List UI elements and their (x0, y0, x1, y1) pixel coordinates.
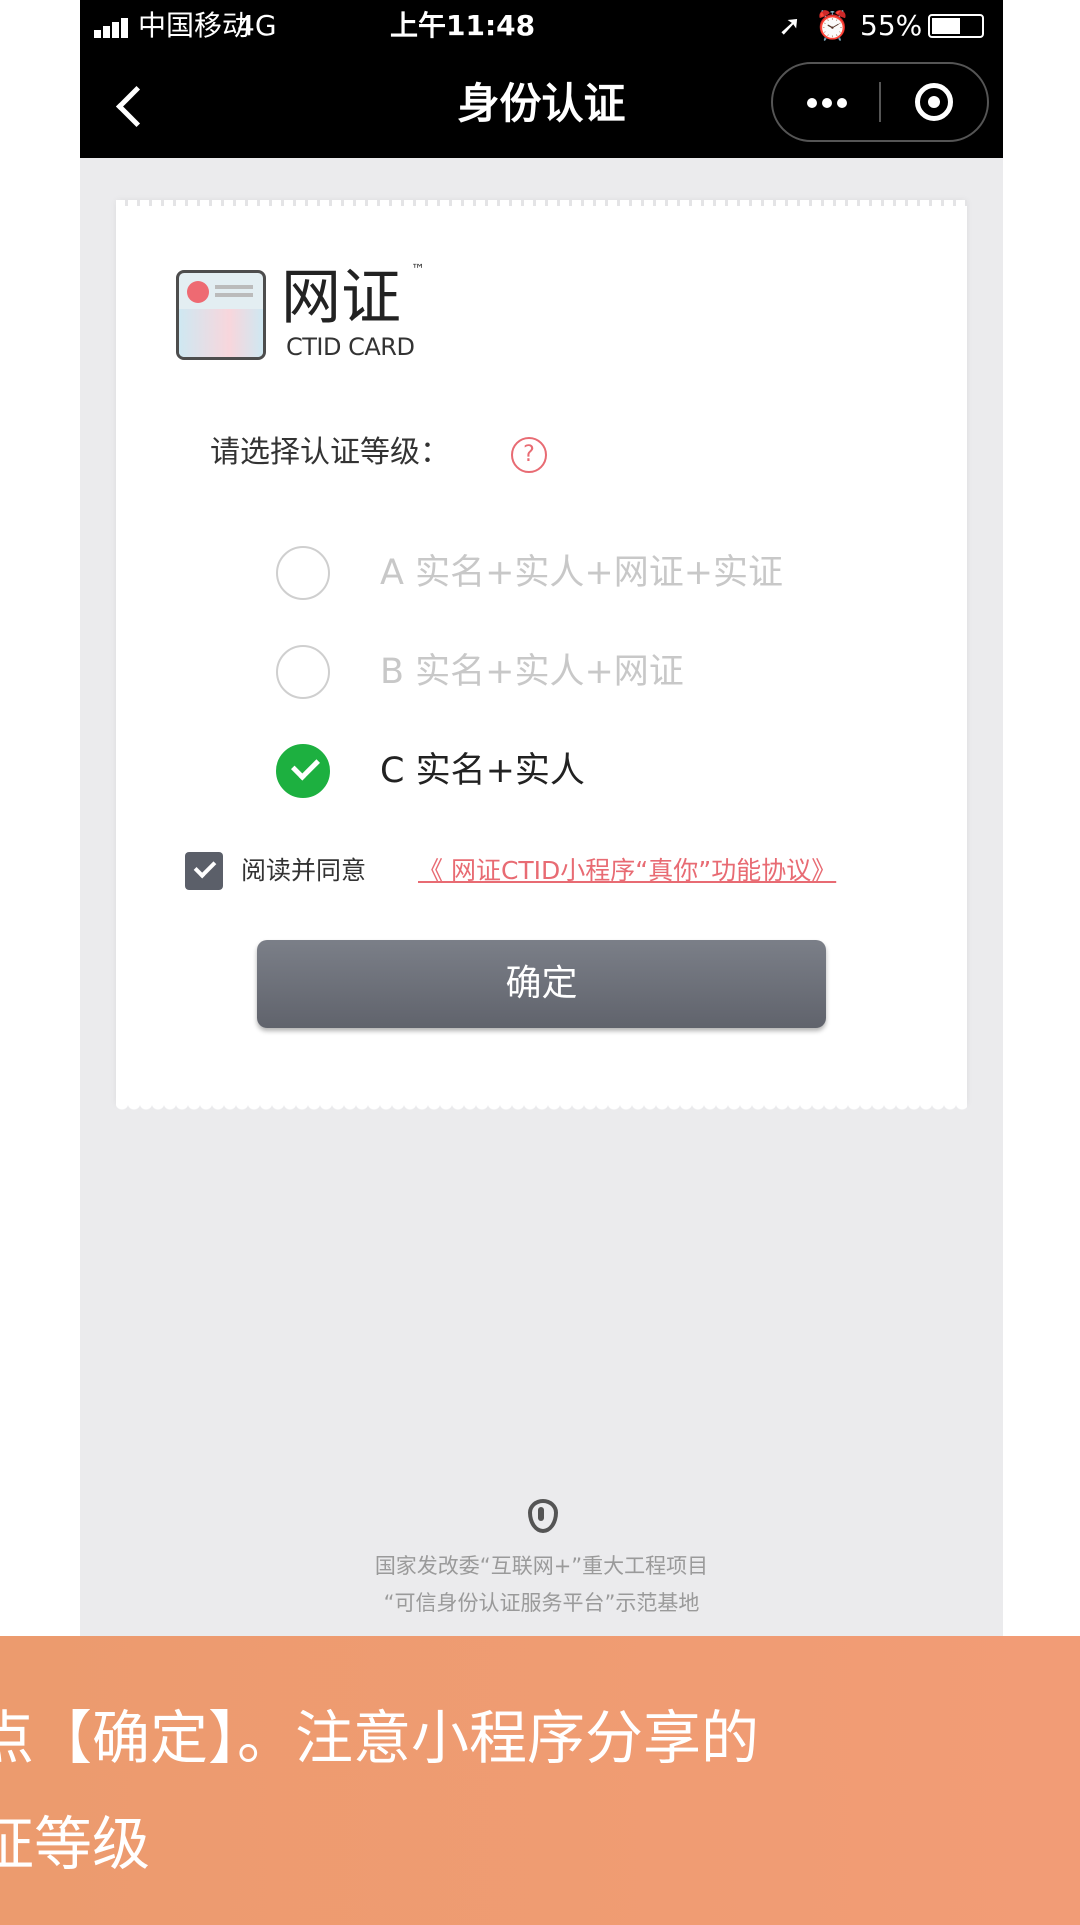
clock: 上午11:48 (390, 9, 536, 42)
level-option-label: C 实名+实人 (380, 751, 585, 791)
carrier-label: 中国移动 (138, 9, 251, 42)
close-miniprogram-icon[interactable] (881, 64, 987, 140)
miniprogram-capsule (771, 62, 989, 142)
phone-screen: 中国移动 4G 上午11:48 ➚ ⏰ 55% 身份认证 网证 ™ CTID C… (80, 0, 1003, 1636)
level-option-a[interactable]: A 实名+实人+网证+实证 (276, 540, 836, 610)
radio-unchecked-icon[interactable] (276, 645, 330, 699)
radio-unchecked-icon[interactable] (276, 546, 330, 600)
level-option-label: B 实名+实人+网证 (380, 652, 684, 692)
agree-text: 阅读并同意 (241, 856, 367, 885)
caption-line-1: 点【确定】。注意小程序分享的 (0, 1704, 760, 1772)
caption-banner: 点【确定】。注意小程序分享的 证等级 (0, 1636, 1080, 1925)
ctid-emblem-icon (524, 1495, 558, 1535)
agreement-link[interactable]: 《 网证CTID小程序“真你”功能协议》 (418, 852, 836, 890)
location-icon: ➚ (778, 9, 802, 42)
nav-bar: 身份认证 (80, 52, 1003, 158)
battery-percent: 55% (860, 9, 923, 42)
trademark-mark: ™ (411, 262, 425, 278)
status-bar: 中国移动 4G 上午11:48 ➚ ⏰ 55% (80, 0, 1003, 52)
level-option-label: A 实名+实人+网证+实证 (380, 553, 784, 593)
level-prompt: 请选择认证等级： (210, 435, 450, 470)
alarm-icon: ⏰ (815, 9, 850, 42)
caption-line-2: 证等级 (0, 1810, 151, 1878)
network-label: 4G (237, 9, 277, 42)
auth-card: 网证 ™ CTID CARD 请选择认证等级： ? A 实名+实人+网证+实证 … (116, 200, 967, 1113)
card-serrated-edge (116, 1103, 967, 1113)
footer-line-1: 国家发改委“互联网+”重大工程项目 (374, 1554, 709, 1578)
logo-title: 网证 (281, 263, 401, 333)
more-icon[interactable] (773, 64, 879, 140)
help-icon[interactable]: ? (511, 437, 547, 473)
footer-line-2: “可信身份认证服务平台”示范基地 (383, 1591, 700, 1615)
confirm-button[interactable]: 确定 (257, 940, 826, 1028)
battery-icon (928, 14, 984, 38)
level-option-c[interactable]: C 实名+实人 (276, 738, 836, 808)
logo-subtitle: CTID CARD (286, 333, 415, 361)
id-card-icon (176, 270, 266, 360)
radio-checked-icon[interactable] (276, 744, 330, 798)
level-option-b[interactable]: B 实名+实人+网证 (276, 639, 836, 709)
agree-checkbox[interactable] (185, 852, 223, 890)
signal-icon (94, 16, 134, 38)
